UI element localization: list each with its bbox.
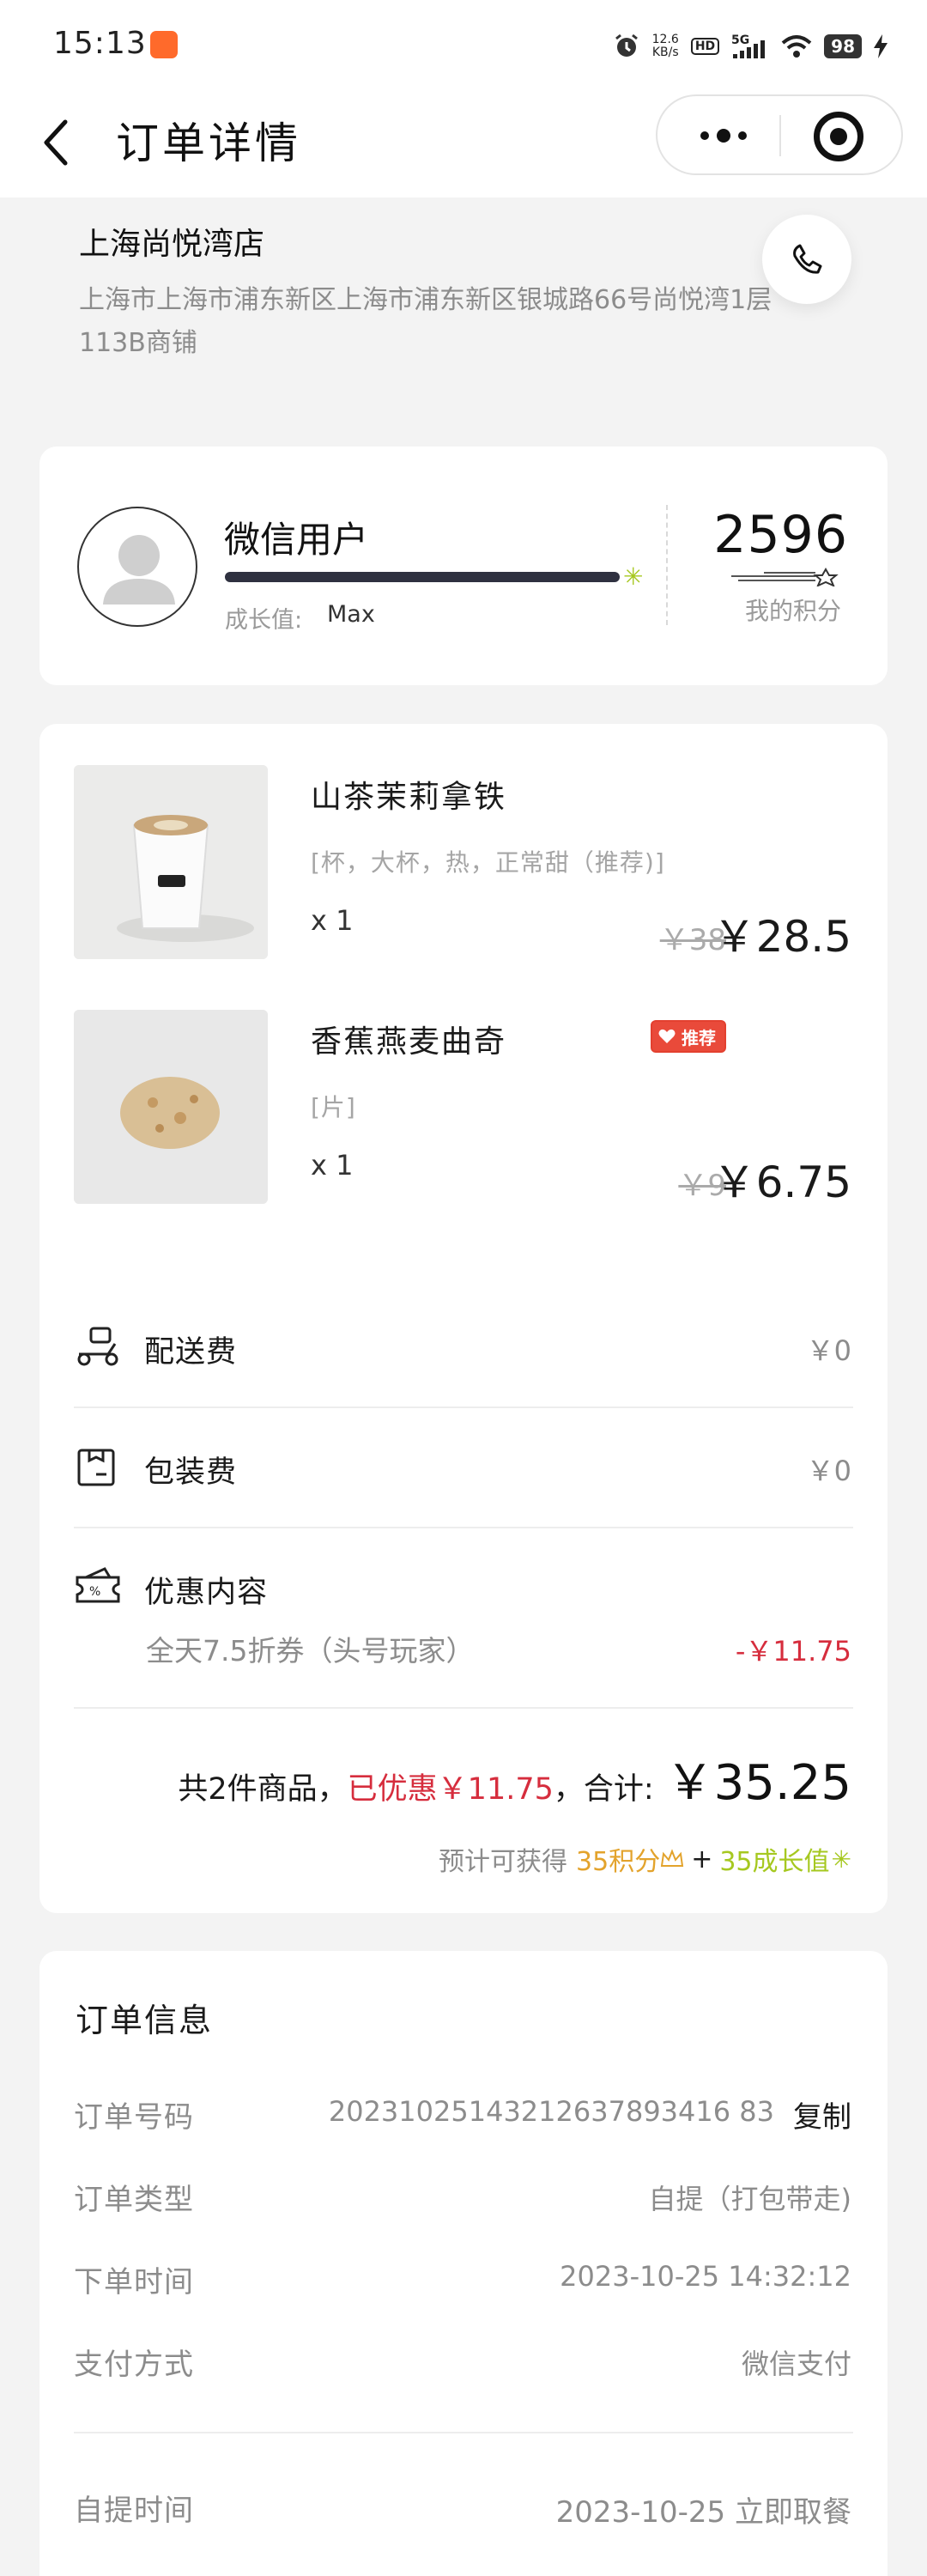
growth-value: Max [327,601,375,628]
estimate-points: 35积分 [576,1847,661,1877]
points-value[interactable]: 2596 [713,505,848,565]
estimate-growth: 35成长值 [719,1847,830,1877]
svg-text:%: % [89,1585,100,1599]
points-label: 我的积分 [744,597,841,625]
product-image [74,765,268,959]
speed-unit: KB/s [651,46,679,59]
sparkle-icon: ✳ [831,1844,851,1874]
store-address: 上海市上海市浦东新区上海市浦东新区银城路66号尚悦湾1层113B商铺 [79,285,772,358]
crown-icon [661,1849,684,1867]
order-type-label: 订单类型 [74,2183,194,2217]
growth-progress-bar [225,572,620,582]
order-total: ￥35.25 [665,1755,851,1811]
heart-icon [658,1029,676,1043]
order-info-card: 订单信息 订单号码 20231025143212637893416 83 复制 … [39,1951,888,2576]
estimate-prefix: 预计可获得 [439,1847,568,1877]
status-time: 15:13 [53,26,147,61]
order-info-title: 订单信息 [76,2002,214,2039]
page-title: 订单详情 [116,118,301,168]
product-price: ￥28.5 [712,912,851,962]
item-count: 共2件商品， [178,1772,348,1807]
capsule-divider [779,115,781,156]
total-label: ，合计: [553,1772,654,1807]
speed-value: 12.6 [651,33,679,46]
member-divider [666,505,668,625]
wifi-icon [781,35,812,58]
copy-button[interactable]: 复制 [793,2093,851,2136]
product-price: ￥6.75 [712,1157,851,1207]
call-store-button[interactable] [762,215,851,304]
member-card: 微信用户 ✳ 成长值: Max 2596 我的积分 [39,447,888,685]
nav-bar: 订单详情 [0,86,927,197]
product-spec: [杯，大杯，热，正常甜（推荐)] [311,848,665,877]
discount-name: 全天7.5折券（头号玩家） [146,1634,475,1668]
payment-method-label: 支付方式 [74,2348,194,2382]
saved-amount: 已优惠￥11.75 [347,1772,554,1807]
points-decoration-icon [731,568,839,586]
packing-fee-value: ￥0 [806,1455,851,1487]
user-avatar-icon [103,535,175,605]
row-divider [74,1527,853,1528]
dot-icon [738,131,747,140]
product-quantity: x 1 [311,904,354,937]
status-icons: 12.6 KB/s HD 5G 98 [613,29,888,64]
product-image [74,1010,268,1204]
store-name: 上海尚悦湾店 [79,227,265,262]
order-number-label: 订单号码 [74,2100,194,2135]
pickup-time-label: 自提时间 [74,2494,194,2528]
back-button[interactable] [34,112,86,172]
row-divider [74,1406,853,1408]
recommend-tag: 推荐 [651,1020,726,1053]
chevron-left-icon [44,119,68,166]
more-menu-button[interactable] [685,115,762,156]
order-number-value: 20231025143212637893416 83 [328,2095,774,2128]
miniapp-capsule [656,94,903,175]
dot-icon [717,129,730,143]
growth-label: 成长值: [225,607,303,634]
sparkle-icon: ✳ [623,562,644,591]
discount-label: 优惠内容 [144,1576,269,1610]
product-spec: [片] [311,1093,356,1121]
coffee-cup-image [74,765,268,959]
app-notification-icon [150,31,178,58]
packing-fee-label: 包装费 [144,1455,238,1490]
battery-icon: 98 [824,34,862,58]
estimate-plus: + [691,1844,713,1874]
phone-icon [793,244,822,274]
avatar [77,507,197,627]
charging-icon [874,34,888,58]
coupon-icon: % [76,1567,120,1603]
product-quantity: x 1 [311,1149,354,1182]
signal-icon: 5G [731,33,766,58]
network-speed: 12.6 KB/s [652,33,679,59]
close-miniapp-button[interactable] [814,112,863,161]
alarm-icon [615,33,638,57]
row-divider [74,2432,853,2433]
dot-icon [700,131,709,140]
order-time-value: 2023-10-25 14:32:12 [560,2260,851,2293]
row-divider [74,1707,853,1709]
package-box-icon [77,1449,115,1486]
recommend-tag-label: 推荐 [682,1027,716,1048]
delivery-fee-value: ￥0 [806,1334,851,1367]
payment-method-value: 微信支付 [741,2348,851,2380]
hd-icon: HD [690,38,720,55]
order-type-value: 自提（打包带走) [648,2183,852,2215]
order-items-card: 山茶茉莉拿铁 [杯，大杯，热，正常甜（推荐)] x 1 ￥38 ￥28.5 香蕉… [39,724,888,1913]
order-time-label: 下单时间 [74,2265,194,2300]
estimated-rewards: 预计可获得 35积分 + 35成长值 ✳ [439,1840,851,1878]
member-name: 微信用户 [224,519,369,561]
status-bar: 15:13 12.6 KB/s HD 5G 98 [0,0,927,86]
discount-value: -￥11.75 [735,1635,851,1668]
product-name: 山茶茉莉拿铁 [311,780,507,815]
cookie-image [74,1010,268,1204]
order-summary: 共2件商品， 已优惠￥11.75 ，合计: ￥35.25 [178,1744,851,1814]
network-type: 5G [731,33,749,47]
pickup-time-value: 2023-10-25 立即取餐 [555,2495,851,2530]
delivery-scooter-icon [77,1327,118,1366]
product-name: 香蕉燕麦曲奇 [311,1024,507,1060]
delivery-fee-label: 配送费 [144,1335,238,1370]
